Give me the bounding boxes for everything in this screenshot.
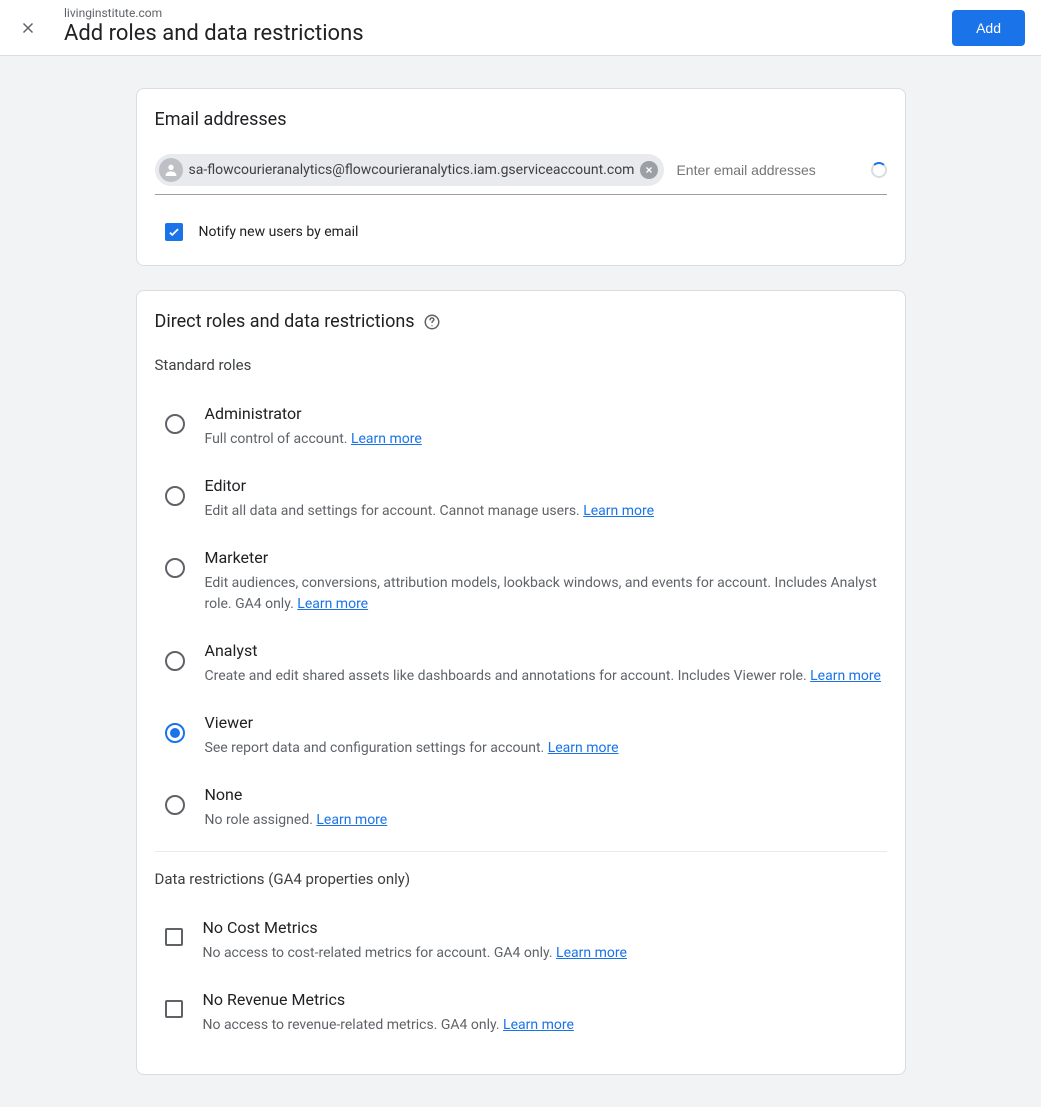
email-card: Email addresses sa-flowcourieranalytics@… bbox=[136, 88, 906, 266]
role-title: Analyst bbox=[205, 641, 887, 660]
role-title: None bbox=[205, 785, 887, 804]
roles-card-title: Direct roles and data restrictions bbox=[155, 311, 415, 332]
close-button[interactable] bbox=[16, 16, 40, 40]
restriction-checkbox[interactable] bbox=[165, 928, 183, 946]
role-item: Marketer Edit audiences, conversions, at… bbox=[155, 536, 887, 629]
standard-roles-label: Standard roles bbox=[155, 356, 887, 374]
restriction-checkbox[interactable] bbox=[165, 1000, 183, 1018]
help-icon[interactable] bbox=[423, 313, 441, 331]
learn-more-link[interactable]: Learn more bbox=[351, 431, 422, 447]
role-title: Administrator bbox=[205, 404, 887, 423]
email-input-row[interactable]: sa-flowcourieranalytics@flowcourieranaly… bbox=[155, 154, 887, 195]
restriction-item: No Revenue Metrics No access to revenue-… bbox=[155, 978, 887, 1050]
learn-more-link[interactable]: Learn more bbox=[548, 740, 619, 756]
restriction-desc: No access to revenue-related metrics. GA… bbox=[203, 1015, 887, 1036]
notify-label: Notify new users by email bbox=[199, 224, 359, 240]
role-radio[interactable] bbox=[165, 486, 185, 506]
restriction-list: No Cost Metrics No access to cost-relate… bbox=[155, 906, 887, 1050]
close-icon bbox=[19, 19, 37, 37]
restriction-desc: No access to cost-related metrics for ac… bbox=[203, 943, 887, 964]
chip-email-text: sa-flowcourieranalytics@flowcourieranaly… bbox=[189, 162, 635, 178]
learn-more-link[interactable]: Learn more bbox=[316, 812, 387, 828]
email-input[interactable] bbox=[672, 156, 862, 184]
email-chip: sa-flowcourieranalytics@flowcourieranaly… bbox=[155, 154, 665, 186]
role-list: Administrator Full control of account. L… bbox=[155, 392, 887, 845]
learn-more-link[interactable]: Learn more bbox=[503, 1017, 574, 1033]
loading-spinner bbox=[871, 162, 887, 178]
role-radio[interactable] bbox=[165, 414, 185, 434]
role-radio[interactable] bbox=[165, 723, 185, 743]
restriction-item: No Cost Metrics No access to cost-relate… bbox=[155, 906, 887, 978]
role-item: None No role assigned. Learn more bbox=[155, 773, 887, 845]
learn-more-link[interactable]: Learn more bbox=[583, 503, 654, 519]
learn-more-link[interactable]: Learn more bbox=[297, 596, 368, 612]
role-desc: Create and edit shared assets like dashb… bbox=[205, 666, 887, 687]
restriction-title: No Cost Metrics bbox=[203, 918, 887, 937]
role-desc: Edit audiences, conversions, attribution… bbox=[205, 573, 887, 615]
learn-more-link[interactable]: Learn more bbox=[556, 945, 627, 961]
checkmark-icon bbox=[167, 225, 181, 239]
header-domain: livinginstitute.com bbox=[64, 6, 952, 20]
chip-remove-button[interactable] bbox=[640, 161, 658, 179]
role-title: Viewer bbox=[205, 713, 887, 732]
email-card-title: Email addresses bbox=[155, 109, 887, 130]
restrictions-label: Data restrictions (GA4 properties only) bbox=[155, 870, 887, 888]
role-desc: Edit all data and settings for account. … bbox=[205, 501, 887, 522]
close-icon bbox=[644, 165, 654, 175]
role-item: Analyst Create and edit shared assets li… bbox=[155, 629, 887, 701]
learn-more-link[interactable]: Learn more bbox=[810, 668, 881, 684]
avatar-icon bbox=[159, 158, 183, 182]
role-desc: Full control of account. Learn more bbox=[205, 429, 887, 450]
restriction-title: No Revenue Metrics bbox=[203, 990, 887, 1009]
roles-card: Direct roles and data restrictions Stand… bbox=[136, 290, 906, 1075]
role-title: Marketer bbox=[205, 548, 887, 567]
role-desc: See report data and configuration settin… bbox=[205, 738, 887, 759]
role-item: Editor Edit all data and settings for ac… bbox=[155, 464, 887, 536]
dialog-header: livinginstitute.com Add roles and data r… bbox=[0, 0, 1041, 56]
role-radio[interactable] bbox=[165, 651, 185, 671]
role-radio[interactable] bbox=[165, 795, 185, 815]
add-button[interactable]: Add bbox=[952, 10, 1025, 46]
notify-checkbox[interactable] bbox=[165, 223, 183, 241]
role-item: Viewer See report data and configuration… bbox=[155, 701, 887, 773]
role-title: Editor bbox=[205, 476, 887, 495]
role-desc: No role assigned. Learn more bbox=[205, 810, 887, 831]
role-radio[interactable] bbox=[165, 558, 185, 578]
page-title: Add roles and data restrictions bbox=[64, 20, 952, 49]
divider bbox=[155, 851, 887, 852]
role-item: Administrator Full control of account. L… bbox=[155, 392, 887, 464]
